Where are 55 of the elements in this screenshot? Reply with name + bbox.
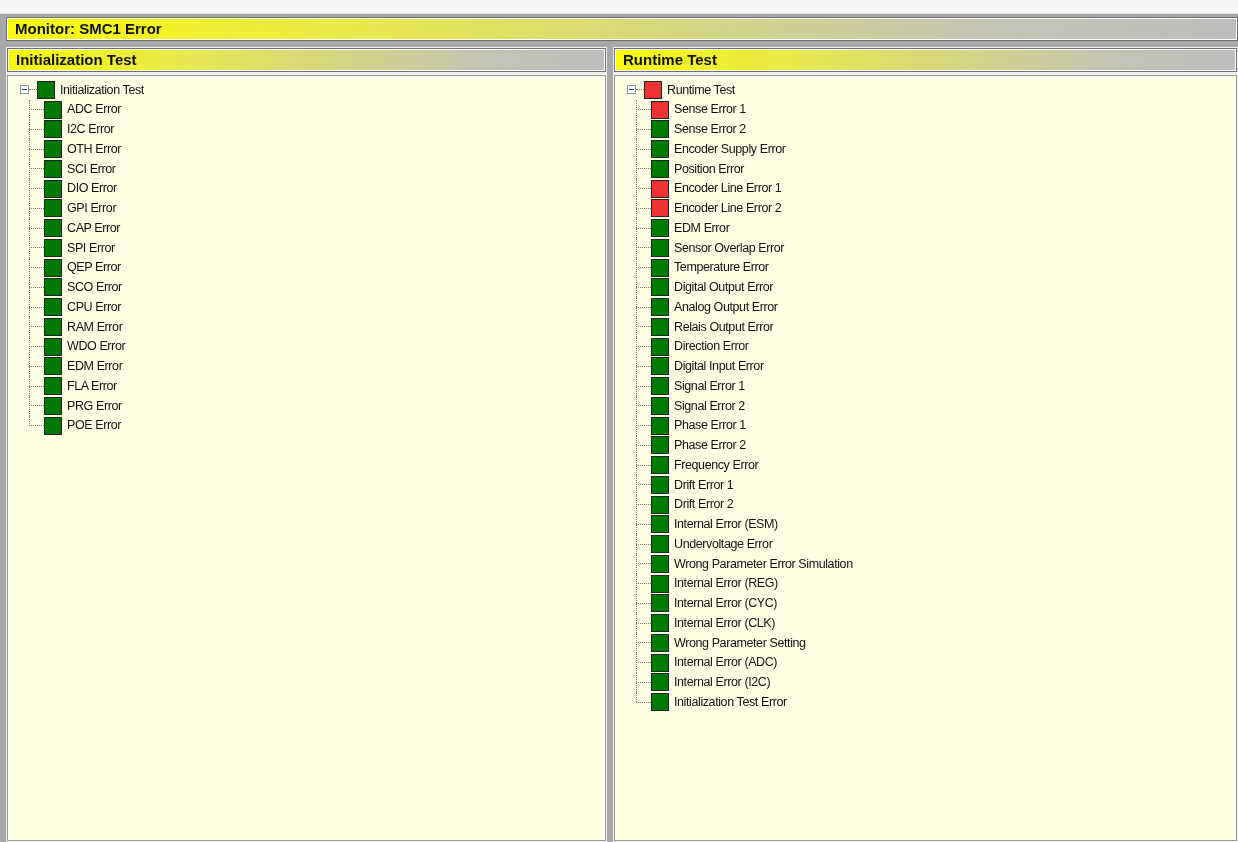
tree-item-label[interactable]: POE Error <box>62 416 122 435</box>
tree-item-label[interactable]: Sensor Overlap Error <box>669 238 785 258</box>
tree-item-label[interactable]: Direction Error <box>669 337 749 356</box>
collapse-toggle[interactable] <box>20 85 29 95</box>
tree-item-label[interactable]: Encoder Line Error 1 <box>669 179 782 198</box>
tree-item-label[interactable]: Encoder Line Error 2 <box>669 199 782 218</box>
tree-item-label[interactable]: CPU Error <box>62 297 122 317</box>
collapse-toggle[interactable] <box>627 85 636 95</box>
tree-item-label[interactable]: OTH Error <box>62 139 122 159</box>
tree-item-label[interactable]: Initialization Test <box>55 80 144 100</box>
tree-item-label[interactable]: EDM Error <box>62 357 123 376</box>
tree-item-label[interactable]: Phase Error 1 <box>669 416 746 435</box>
tree-item-label[interactable]: Internal Error (CLK) <box>669 613 776 633</box>
tree-item-label[interactable]: CAP Error <box>62 218 121 238</box>
tree-item-label[interactable]: Signal Error 1 <box>669 376 745 396</box>
tree-item-label[interactable]: Sense Error 2 <box>669 120 746 139</box>
panel-title: Initialization Test <box>7 48 606 72</box>
tree-item-label[interactable]: Phase Error 2 <box>669 436 746 455</box>
monitor-title: Monitor: SMC1 Error <box>6 17 1238 41</box>
panel-title: Runtime Test <box>614 48 1237 72</box>
tree-item-label[interactable]: RAM Error <box>62 317 123 337</box>
tree-item-label[interactable]: I2C Error <box>62 120 115 139</box>
tree-item-label[interactable]: DIO Error <box>62 179 117 198</box>
tree-item-label[interactable]: Analog Output Error <box>669 297 778 317</box>
tree-item-label[interactable]: Internal Error (CYC) <box>669 594 778 613</box>
tree-item-label[interactable]: Undervoltage Error <box>669 534 773 554</box>
tree-item-label[interactable]: Drift Error 2 <box>669 495 734 514</box>
tree-item-label[interactable]: SCI Error <box>62 159 116 179</box>
tree-item-label[interactable]: Internal Error (REG) <box>669 574 778 593</box>
tree-item-label[interactable]: Sense Error 1 <box>669 100 746 119</box>
tree-item-label[interactable]: WDO Error <box>62 337 126 356</box>
tree-item-label[interactable]: Drift Error 1 <box>669 475 734 495</box>
tree-item-label[interactable]: Wrong Parameter Error Simulation <box>669 554 853 574</box>
tree-item-label[interactable]: Position Error <box>669 159 745 179</box>
tree-item-label[interactable]: Digital Output Error <box>669 278 773 297</box>
tree-item-label[interactable]: Temperature Error <box>669 258 769 277</box>
tree-item-label[interactable]: SCO Error <box>62 278 122 297</box>
tree-item-label[interactable]: PRG Error <box>62 396 122 416</box>
tree-item-label[interactable]: Digital Input Error <box>669 357 764 376</box>
tree-item-label[interactable]: GPI Error <box>62 199 117 218</box>
tree-item-label[interactable]: Runtime Test <box>662 80 735 100</box>
tree-item-label[interactable]: EDM Error <box>669 218 730 238</box>
tree-item-label[interactable]: Relais Output Error <box>669 317 774 337</box>
tree-item-label[interactable]: Wrong Parameter Setting <box>669 633 806 653</box>
tree-item-label[interactable]: SPI Error <box>62 238 115 258</box>
tree-item-label[interactable]: Frequency Error <box>669 455 759 475</box>
tree-item-label[interactable]: Signal Error 2 <box>669 396 745 416</box>
tree-item-label[interactable]: QEP Error <box>62 258 121 277</box>
tree-item-label[interactable]: ADC Error <box>62 100 122 119</box>
tree-item-label[interactable]: FLA Error <box>62 376 117 396</box>
tree-item-label[interactable]: Internal Error (I2C) <box>669 673 771 692</box>
tree-item-label[interactable]: Internal Error (ADC) <box>669 653 778 672</box>
tree-item-label[interactable]: Internal Error (ESM) <box>669 515 778 534</box>
tree-item-label[interactable]: Initialization Test Error <box>669 692 787 712</box>
tree-item-label[interactable]: Encoder Supply Error <box>669 139 786 159</box>
